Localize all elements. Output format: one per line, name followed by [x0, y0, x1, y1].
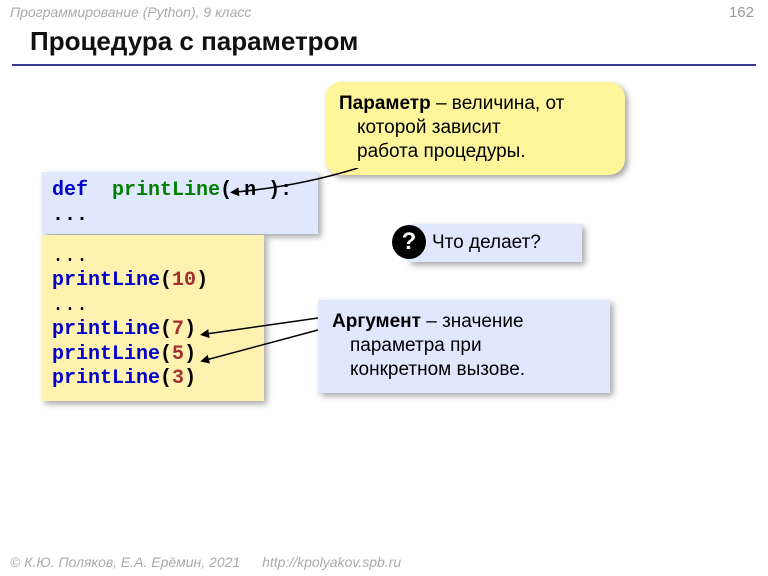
slide-title: Процедура с параметром — [30, 26, 358, 57]
call-3: printLine — [52, 343, 160, 366]
argument-line3: конкретном вызове. — [332, 358, 596, 382]
function-name: printLine — [112, 179, 220, 202]
call-2: printLine — [52, 318, 160, 341]
footer-authors: © К.Ю. Поляков, Е.А. Ерёмин, 2021 — [10, 554, 240, 570]
parameter-line2: которой зависит — [339, 116, 611, 140]
call-1: printLine — [52, 269, 160, 292]
question-badge-icon: ? — [392, 225, 426, 259]
keyword-def: def — [52, 179, 88, 202]
parameter-callout: Параметр – величина, от которой зависит … — [325, 82, 625, 175]
call-3-arg: 5 — [172, 343, 184, 366]
body-ellipsis-1: ... — [52, 245, 88, 268]
body-ellipsis-2: ... — [52, 294, 88, 317]
title-underline — [12, 64, 756, 66]
parameter-line3: работа процедуры. — [339, 140, 611, 164]
call-2-arg: 7 — [172, 318, 184, 341]
header-subtitle: Программирование (Python), 9 класс — [10, 4, 251, 20]
argument-term: Аргумент — [332, 311, 421, 332]
argument-callout: Аргумент – значение параметра при конкре… — [318, 300, 610, 393]
call-4: printLine — [52, 367, 160, 390]
slide-footer: © К.Ю. Поляков, Е.А. Ерёмин, 2021 http:/… — [10, 554, 401, 570]
question-box: Что делает? — [408, 224, 582, 262]
def-ellipsis: ... — [52, 204, 88, 227]
call-1-arg: 10 — [172, 269, 196, 292]
code-definition-block: def printLine( n ): ... — [42, 172, 318, 234]
argument-line2: параметра при — [332, 334, 596, 358]
parameter-term: Параметр — [339, 93, 431, 114]
code-calls-block: ... printLine(10) ... printLine(7) print… — [42, 235, 264, 401]
parameter-rest1: – величина, от — [431, 93, 565, 114]
def-args: ( n ): — [220, 179, 292, 202]
footer-url: http://kpolyakov.spb.ru — [262, 554, 401, 570]
page-number: 162 — [729, 4, 754, 21]
call-4-arg: 3 — [172, 367, 184, 390]
argument-rest1: – значение — [421, 311, 524, 332]
